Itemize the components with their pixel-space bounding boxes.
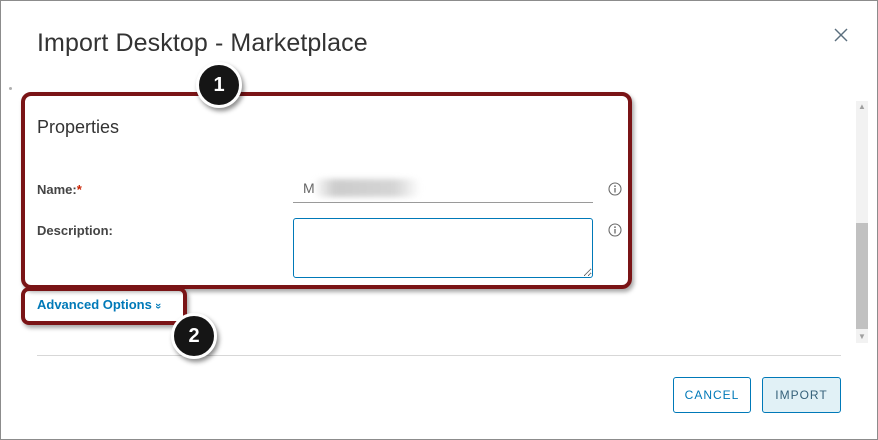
scroll-up-arrow-icon[interactable]: ▲ [856, 101, 868, 113]
cancel-button[interactable]: CANCEL [673, 377, 751, 413]
footer-divider [37, 355, 841, 356]
import-button[interactable]: IMPORT [762, 377, 841, 413]
callout-box-advanced-options [21, 287, 187, 325]
scroll-thumb[interactable] [856, 223, 868, 329]
content-scrollbar[interactable]: ▲ ▼ [856, 101, 868, 343]
callout-badge-2: 2 [171, 313, 217, 359]
callout-badge-1: 1 [196, 62, 242, 108]
dialog-title: Import Desktop - Marketplace [37, 29, 368, 57]
close-icon [834, 28, 848, 42]
close-button[interactable] [831, 25, 851, 45]
decorative-dot [9, 87, 12, 90]
callout-box-properties [21, 92, 632, 289]
scroll-down-arrow-icon[interactable]: ▼ [856, 331, 868, 343]
